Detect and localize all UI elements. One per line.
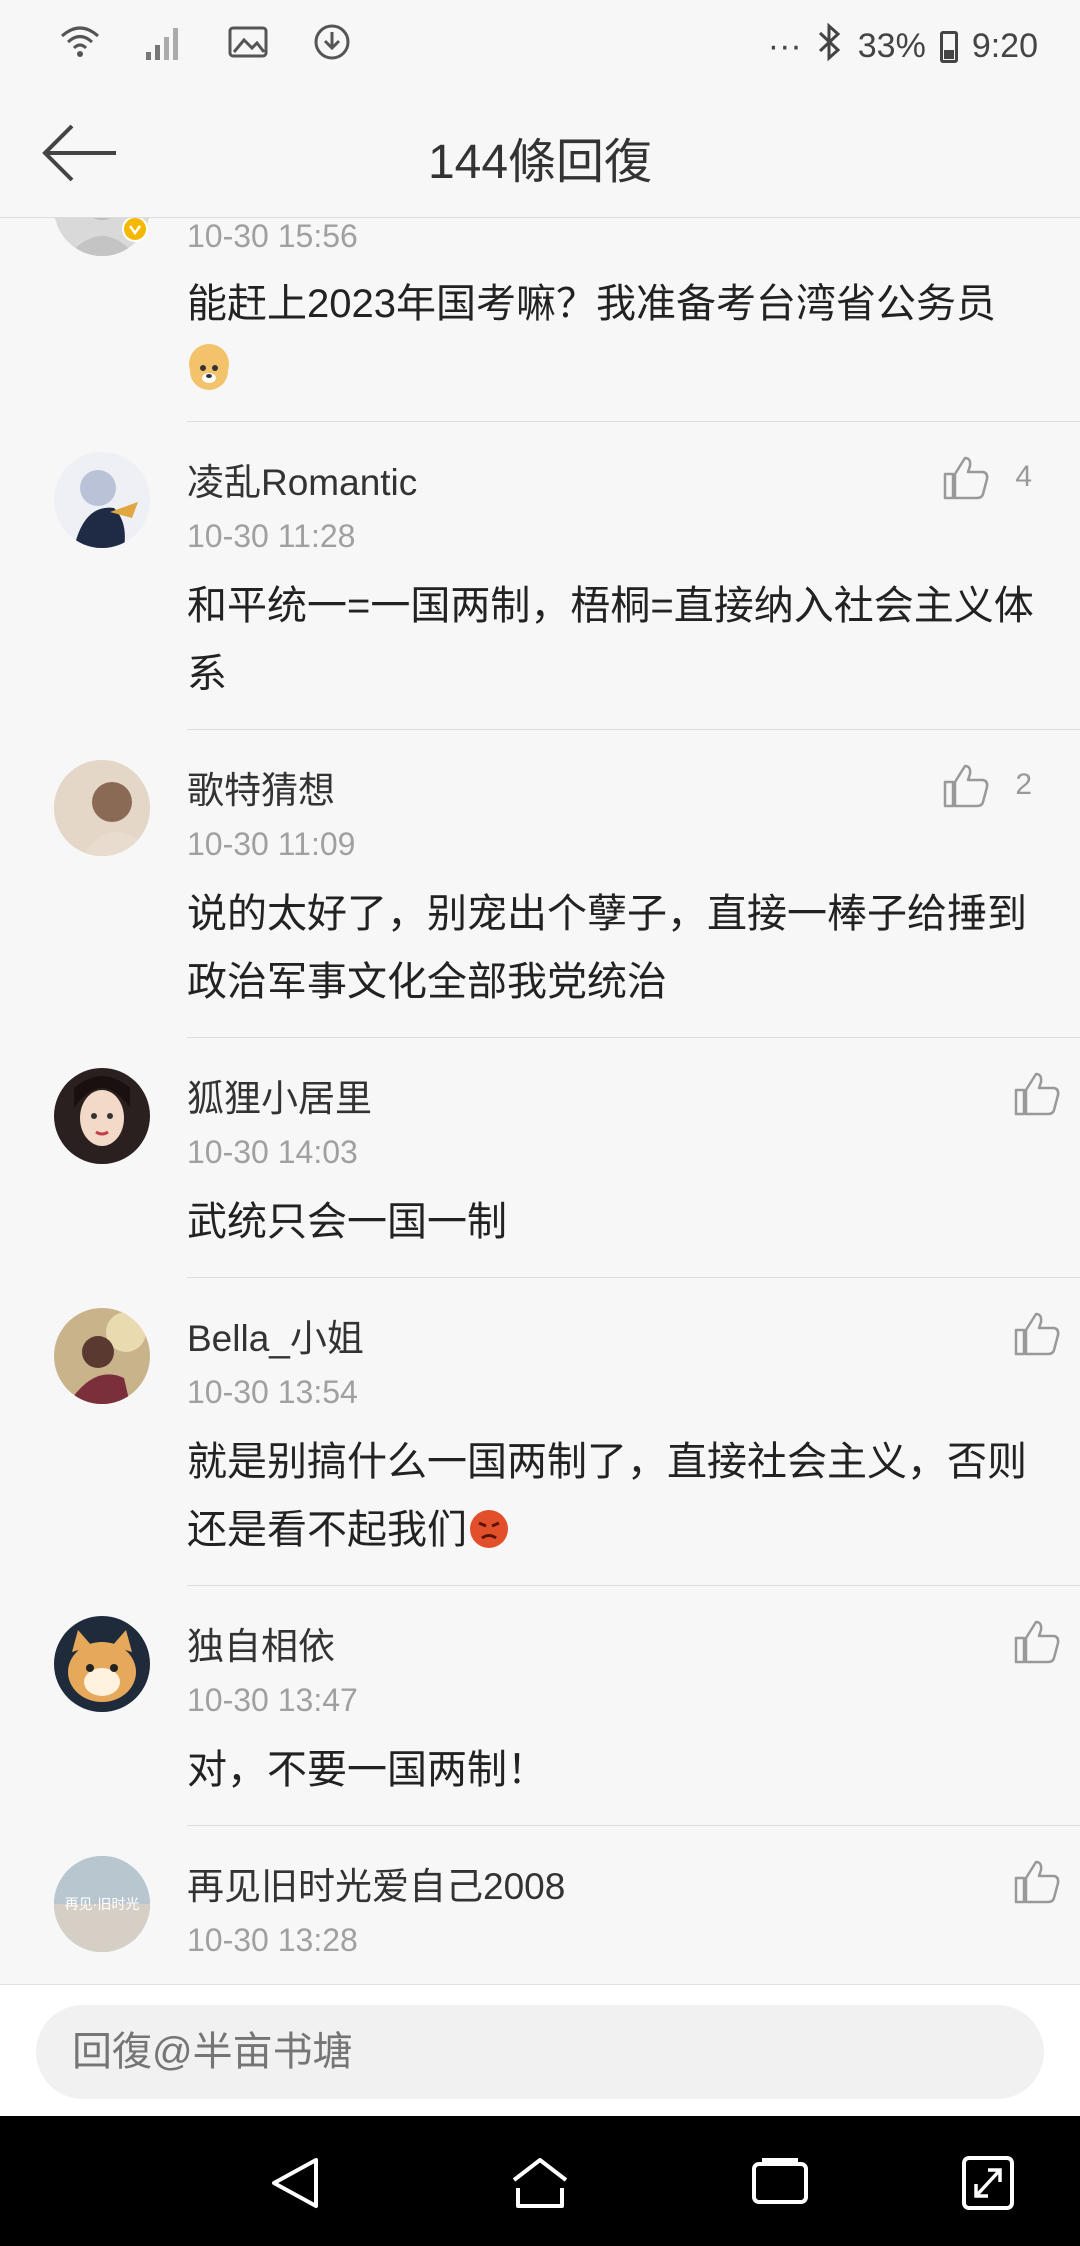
like-button[interactable] <box>1012 1856 1062 1906</box>
like-count: 4 <box>1015 460 1032 493</box>
page-title: 144條回復 <box>427 136 653 189</box>
bluetooth-icon <box>816 22 844 71</box>
signal-icon <box>142 20 186 64</box>
reply-bar <box>0 1984 1080 2116</box>
nav-recents-button[interactable] <box>748 2154 812 2212</box>
clock: 9:20 <box>971 27 1038 65</box>
avatar[interactable] <box>54 1068 150 1164</box>
like-button[interactable]: 4 <box>941 452 1032 502</box>
comment-text: 就是别搞什么一国两制了，直接社会主义，否则还是看不起我们 <box>187 1440 1027 1552</box>
comment-item[interactable]: 狐狸小居里 10-30 14:03 武统只会一国一制 <box>0 1038 1080 1278</box>
header: 144條回復 <box>0 90 1080 218</box>
comment-item[interactable]: Bella_小姐 10-30 13:54 就是别搞什么一国两制了，直接社会主义，… <box>0 1278 1080 1586</box>
status-bar: ··· 33% 9:20 <box>0 0 1080 90</box>
expand-icon <box>962 2156 1014 2210</box>
username[interactable]: Bella_小姐 <box>187 1308 364 1362</box>
battery-icon <box>939 30 958 63</box>
like-button[interactable]: 2 <box>941 760 1032 810</box>
comment-time: 10-30 13:28 <box>187 1922 358 1958</box>
recents-icon <box>752 2158 808 2204</box>
image-icon <box>226 20 270 64</box>
nav-home-button[interactable] <box>508 2154 572 2212</box>
doge-emoji-icon <box>189 344 229 390</box>
verified-badge-icon <box>122 218 148 242</box>
username[interactable]: 狐狸小居里 <box>187 1068 372 1122</box>
thumbs-up-icon <box>1014 1072 1060 1116</box>
thumbs-up-icon <box>944 764 989 808</box>
comment-time: 10-30 15:56 <box>187 218 358 254</box>
username[interactable]: 独自相依 <box>187 1616 335 1670</box>
thumbs-up-icon <box>944 456 989 500</box>
like-button[interactable] <box>1012 1308 1062 1358</box>
reply-input[interactable] <box>36 2005 1044 2099</box>
nav-back-button[interactable] <box>266 2154 330 2212</box>
username[interactable]: 凌乱Romantic <box>187 452 417 506</box>
triangle-back-icon <box>272 2158 318 2208</box>
comment-text: 能赶上2023年国考嘛？我准备考台湾省公务员 <box>187 270 1037 406</box>
comment-time: 10-30 11:09 <box>187 826 356 862</box>
username[interactable]: 再见旧时光爱自己2008 <box>187 1856 565 1910</box>
comment-time: 10-30 14:03 <box>187 1134 358 1170</box>
more-dots: ··· <box>767 27 802 65</box>
thumbs-up-icon <box>1014 1312 1060 1356</box>
comment-list[interactable]: 10-30 15:56 能赶上2023年国考嘛？我准备考台湾省公务员 凌乱Rom… <box>0 218 1080 1984</box>
home-icon <box>512 2158 568 2208</box>
comment-time: 10-30 13:47 <box>187 1682 358 1718</box>
like-count: 2 <box>1015 768 1032 801</box>
like-button[interactable] <box>1012 1068 1062 1118</box>
comment-item[interactable]: 再见·旧时光 再见旧时光爱自己2008 10-30 13:28 <box>0 1826 1080 1984</box>
avatar[interactable] <box>54 760 150 856</box>
navigation-bar <box>0 2116 1080 2246</box>
comment-text: 武统只会一国一制 <box>187 1200 507 1244</box>
comment-time: 10-30 11:28 <box>187 518 356 554</box>
avatar[interactable] <box>54 452 150 548</box>
avatar[interactable]: 再见·旧时光 <box>54 1856 150 1952</box>
comment-item[interactable]: 歌特猜想 10-30 11:09 说的太好了，别宠出个孽子，直接一棒子给捶到政治… <box>0 730 1080 1038</box>
comment-item[interactable]: 凌乱Romantic 10-30 11:28 和平统一=一国两制，梧桐=直接纳入… <box>0 422 1080 730</box>
avatar-label: 再见·旧时光 <box>64 1896 140 1912</box>
avatar[interactable] <box>54 1616 150 1712</box>
avatar[interactable] <box>54 1308 150 1404</box>
battery-percent: 33% <box>857 27 926 65</box>
wifi-icon <box>58 20 102 64</box>
username[interactable]: 歌特猜想 <box>187 760 335 814</box>
comment-text: 说的太好了，别宠出个孽子，直接一棒子给捶到政治军事文化全部我党统治 <box>187 892 1027 1004</box>
download-icon <box>310 20 354 64</box>
nav-fullscreen-button[interactable] <box>956 2154 1020 2212</box>
angry-emoji-icon <box>469 1502 509 1548</box>
comment-item[interactable]: 独自相依 10-30 13:47 对，不要一国两制！ <box>0 1586 1080 1826</box>
thumbs-up-icon <box>1014 1860 1060 1904</box>
comment-text: 和平统一=一国两制，梧桐=直接纳入社会主义体系 <box>187 584 1034 696</box>
like-button[interactable] <box>1012 1616 1062 1666</box>
thumbs-up-icon <box>1014 1620 1060 1664</box>
comment-time: 10-30 13:54 <box>187 1374 358 1410</box>
comment-item[interactable]: 10-30 15:56 能赶上2023年国考嘛？我准备考台湾省公务员 <box>0 218 1080 422</box>
comment-text: 对，不要一国两制！ <box>187 1748 547 1792</box>
